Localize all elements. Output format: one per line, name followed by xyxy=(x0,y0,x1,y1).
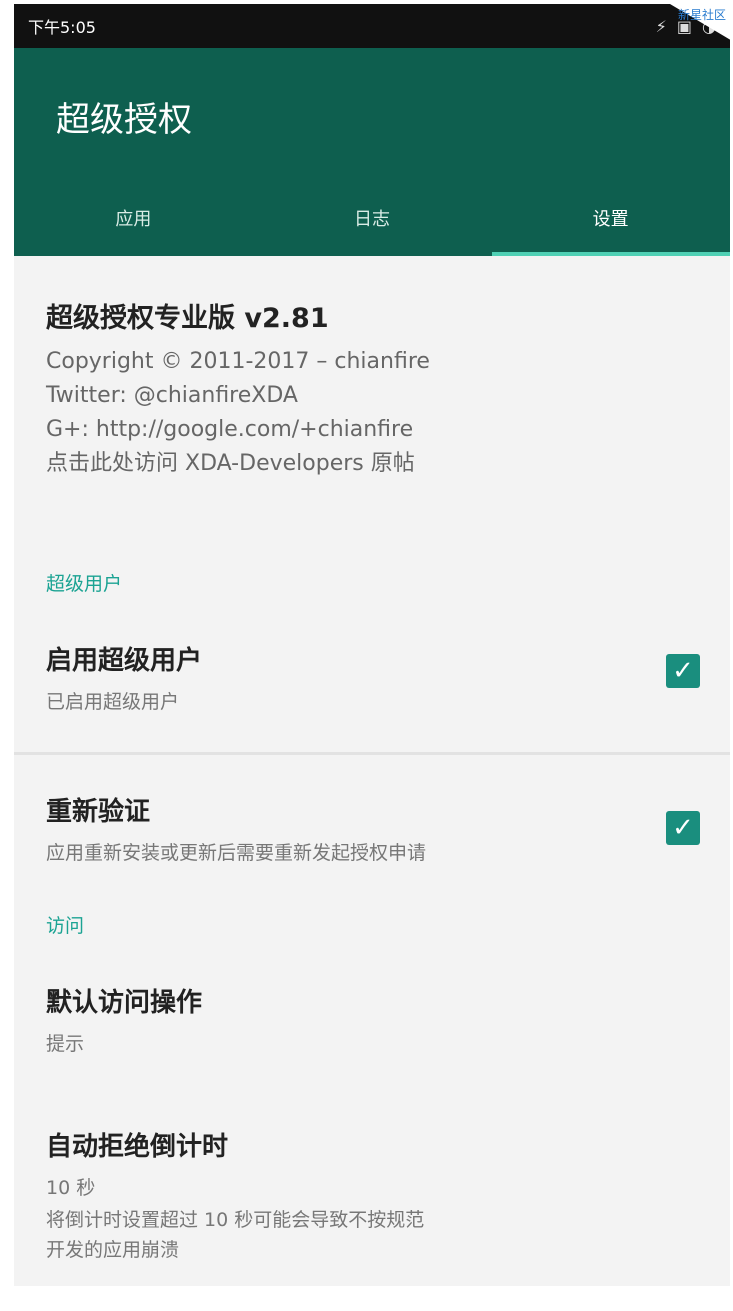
pref-auto-deny-countdown[interactable]: 自动拒绝倒计时 10 秒 将倒计时设置超过 10 秒可能会导致不按规范 开发的应… xyxy=(14,1126,730,1265)
checkmark-icon: ✓ xyxy=(672,656,694,686)
tab-apps[interactable]: 应用 xyxy=(14,192,253,256)
pref-summary-value: 10 秒 xyxy=(46,1177,96,1199)
settings-content: 超级授权专业版 v2.81 Copyright © 2011-2017 – ch… xyxy=(14,256,730,1265)
section-header-superuser: 超级用户 xyxy=(46,573,123,595)
pref-summary-note-line2: 开发的应用崩溃 xyxy=(46,1239,180,1261)
pref-enable-superuser[interactable]: 启用超级用户 已启用超级用户 ✓ xyxy=(14,640,730,752)
pref-default-access-action[interactable]: 默认访问操作 提示 xyxy=(14,982,730,1112)
tab-logs[interactable]: 日志 xyxy=(253,192,492,256)
app-bar: ㅤ 超级授权 应用 日志 设置 xyxy=(14,48,730,276)
about-title: 超级授权专业版 v2.81 xyxy=(46,303,329,334)
about-xda-link: 点击此处访问 XDA-Developers 原帖 xyxy=(46,451,415,476)
pref-title: 默认访问操作 xyxy=(46,988,203,1018)
status-time: 下午5:05 xyxy=(28,18,96,37)
pref-title: 启用超级用户 xyxy=(46,646,203,676)
about-twitter: Twitter: @chianfireXDA xyxy=(46,383,298,408)
reauthenticate-checkbox[interactable]: ✓ xyxy=(666,811,700,845)
corner-tag-text: 新星社区 xyxy=(677,8,726,22)
pref-title: 重新验证 xyxy=(46,797,151,827)
about-copyright: Copyright © 2011-2017 – chianfire xyxy=(46,349,430,374)
app-title: 超级授权 xyxy=(56,100,192,140)
enable-superuser-checkbox[interactable]: ✓ xyxy=(666,654,700,688)
tab-bar: 应用 日志 设置 xyxy=(14,192,730,256)
status-bar: 下午5:05 ⚡ ▣ ◑ xyxy=(14,4,730,48)
divider xyxy=(14,752,730,755)
section-header-access: 访问 xyxy=(46,915,85,937)
phone-screen: 下午5:05 ⚡ ▣ ◑ 新星社区 ㅤ 超级授权 应用 日志 设置 超级授权专业… xyxy=(14,4,730,1286)
pref-summary: 提示 xyxy=(46,1033,85,1055)
tab-settings[interactable]: 设置 xyxy=(491,192,730,256)
pref-summary: 应用重新安装或更新后需要重新发起授权申请 xyxy=(46,842,427,864)
about-gplus: G+: http://google.com/+chianfire xyxy=(46,417,414,442)
pref-summary: 已启用超级用户 xyxy=(46,691,180,713)
about-block[interactable]: 超级授权专业版 v2.81 Copyright © 2011-2017 – ch… xyxy=(14,256,730,481)
pref-title: 自动拒绝倒计时 xyxy=(46,1132,229,1162)
pref-summary-note-line1: 将倒计时设置超过 10 秒可能会导致不按规范 xyxy=(46,1209,425,1231)
flash-icon: ⚡ xyxy=(655,16,667,36)
checkmark-icon: ✓ xyxy=(672,813,694,843)
pref-reauthenticate[interactable]: 重新验证 应用重新安装或更新后需要重新发起授权申请 ✓ xyxy=(14,791,730,871)
